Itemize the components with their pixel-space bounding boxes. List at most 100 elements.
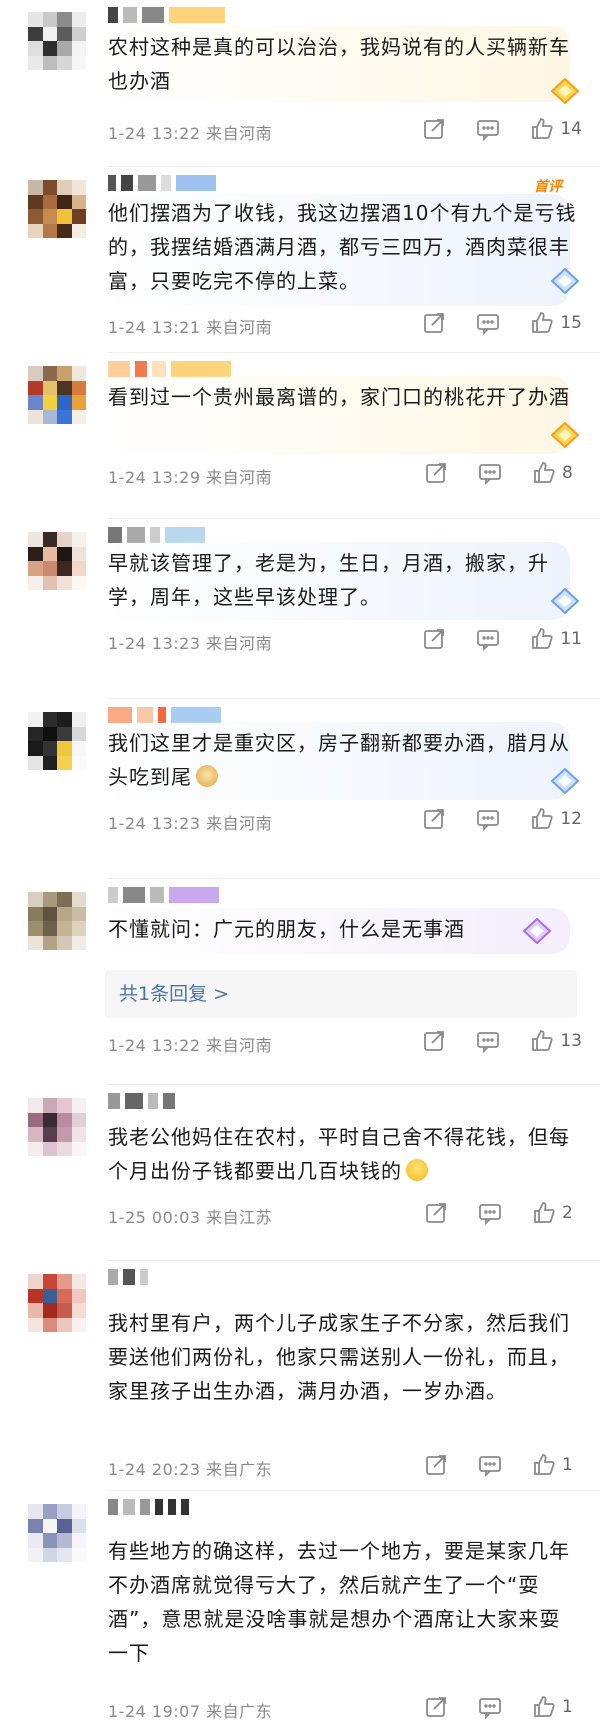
reply-icon[interactable] (476, 1029, 500, 1054)
share-icon[interactable] (424, 1695, 448, 1719)
like-icon[interactable] (530, 1029, 554, 1053)
gold-badge-icon (550, 77, 580, 105)
comment-actions: 15 (422, 310, 582, 336)
divider (108, 518, 600, 519)
comment-location: 来自河南 (206, 814, 273, 833)
comment-meta: 1-24 19:07 来自广东 (108, 1698, 272, 1722)
like-icon[interactable] (530, 117, 554, 141)
share-icon[interactable] (424, 1201, 448, 1225)
comment-text: 有些地方的确这样，去过一个地方，要是某家几年不办酒席就觉得亏大了，然后就产生了一… (108, 1539, 570, 1665)
avatar[interactable] (28, 180, 86, 238)
shrug-emoji-icon (406, 1159, 428, 1181)
divider (108, 1084, 600, 1085)
comment-actions: 1 (424, 1694, 582, 1720)
comment-actions: 1 (424, 1452, 582, 1478)
like-icon[interactable] (530, 627, 554, 651)
comment-actions: 13 (422, 1028, 582, 1054)
username[interactable] (108, 1266, 278, 1288)
share-icon[interactable] (422, 117, 446, 141)
reply-icon[interactable] (476, 311, 500, 336)
comment-actions: 12 (422, 806, 582, 832)
like-icon[interactable] (532, 1453, 556, 1477)
avatar[interactable] (28, 366, 86, 424)
like-count: 12 (560, 809, 582, 829)
share-icon[interactable] (422, 311, 446, 335)
avatar[interactable] (28, 1098, 86, 1156)
comment-item: 早就该管理了，老是为，生日，月酒，搬家，升学，周年，这些早该处理了。 1-24 … (0, 520, 600, 700)
diamond-badge-icon (550, 767, 580, 795)
comment-text: 看到过一个贵州最离谱的，家门口的桃花开了办酒 (108, 385, 570, 409)
purple-badge-icon (522, 917, 552, 945)
comment-location: 来自河南 (206, 318, 273, 337)
comment-meta: 1-24 13:22 来自河南 (108, 1032, 272, 1056)
share-icon[interactable] (424, 461, 448, 485)
like-icon[interactable] (532, 1695, 556, 1719)
comment-meta: 1-24 13:23 来自河南 (108, 810, 272, 834)
comment-text: 早就该管理了，老是为，生日，月酒，搬家，升学，周年，这些早该处理了。 (108, 551, 549, 609)
comment-location: 来自河南 (206, 1036, 273, 1055)
comment-meta: 1-24 13:23 来自河南 (108, 630, 272, 654)
avatar[interactable] (28, 12, 86, 70)
like-icon[interactable] (530, 807, 554, 831)
comment-text-content: 我老公他妈住在农村，平时自己舍不得花钱，但每个月出份子钱都要出几百块钱的 (108, 1125, 570, 1183)
diamond-badge-icon (550, 267, 580, 295)
reply-icon[interactable] (476, 117, 500, 142)
comment-actions: 8 (424, 460, 582, 486)
comment-item: 农村这种是真的可以治治，我妈说有的人买辆新车也办酒 1-24 13:22 来自河… (0, 0, 600, 168)
view-replies-button[interactable]: 共1条回复 > (105, 970, 577, 1018)
comment-location: 来自江苏 (206, 1208, 273, 1227)
hot-comment-badge: 首评 (534, 179, 562, 195)
username[interactable] (108, 884, 278, 906)
like-icon[interactable] (530, 311, 554, 335)
like-count: 13 (560, 1031, 582, 1051)
comment-location: 来自河南 (206, 634, 273, 653)
divider (108, 1490, 600, 1491)
comment-time: 1-25 00:03 (108, 1208, 201, 1227)
username[interactable] (108, 1090, 278, 1112)
reply-icon[interactable] (478, 1453, 502, 1478)
username[interactable] (108, 4, 278, 26)
comment-time: 1-24 13:22 (108, 1036, 201, 1055)
like-count: 1 (562, 1697, 573, 1717)
reply-icon[interactable] (478, 1201, 502, 1226)
comment-meta: 1-24 13:22 来自河南 (108, 120, 272, 144)
comment-location: 来自河南 (206, 468, 273, 487)
like-count: 15 (560, 313, 582, 333)
comment-item: 我村里有户，两个儿子成家生子不分家，然后我们要送他们两份礼，他家只需送别人一份礼… (0, 1262, 600, 1492)
comment-item: 首评 他们摆酒为了收钱，我这边摆酒10个有九个是亏钱的，我摆结婚酒满月酒，都亏三… (0, 168, 600, 354)
comment-actions: 2 (424, 1200, 582, 1226)
divider (108, 878, 600, 879)
share-icon[interactable] (422, 1029, 446, 1053)
divider (108, 698, 600, 699)
avatar[interactable] (28, 712, 86, 770)
comment-time: 1-24 13:23 (108, 634, 201, 653)
reply-icon[interactable] (478, 461, 502, 486)
doge-emoji-icon (196, 765, 218, 787)
comment-time: 1-24 13:29 (108, 468, 201, 487)
avatar[interactable] (28, 532, 86, 590)
avatar[interactable] (28, 1504, 86, 1562)
comment-time: 1-24 13:22 (108, 124, 201, 143)
comment-time: 1-24 13:23 (108, 814, 201, 833)
share-icon[interactable] (422, 807, 446, 831)
reply-icon[interactable] (478, 1695, 502, 1720)
comment-text: 我村里有户，两个儿子成家生子不分家，然后我们要送他们两份礼，他家只需送别人一份礼… (108, 1311, 570, 1403)
share-icon[interactable] (424, 1453, 448, 1477)
like-icon[interactable] (532, 461, 556, 485)
divider (108, 1260, 600, 1261)
like-icon[interactable] (532, 1201, 556, 1225)
share-icon[interactable] (422, 627, 446, 651)
reply-icon[interactable] (476, 627, 500, 652)
avatar[interactable] (28, 892, 86, 950)
comment-item: 我们这里才是重灾区，房子翻新都要办酒，腊月从头吃到尾 1-24 13:23 来自… (0, 700, 600, 880)
username[interactable] (108, 172, 278, 194)
comment-location: 来自广东 (206, 1702, 273, 1721)
comment-meta: 1-24 13:29 来自河南 (108, 464, 272, 488)
reply-icon[interactable] (476, 807, 500, 832)
comment-text: 农村这种是真的可以治治，我妈说有的人买辆新车也办酒 (108, 35, 570, 93)
divider (108, 166, 600, 167)
divider (108, 352, 600, 353)
comment-meta: 1-24 13:21 来自河南 (108, 314, 272, 338)
username[interactable] (108, 1496, 278, 1518)
avatar[interactable] (28, 1274, 86, 1332)
